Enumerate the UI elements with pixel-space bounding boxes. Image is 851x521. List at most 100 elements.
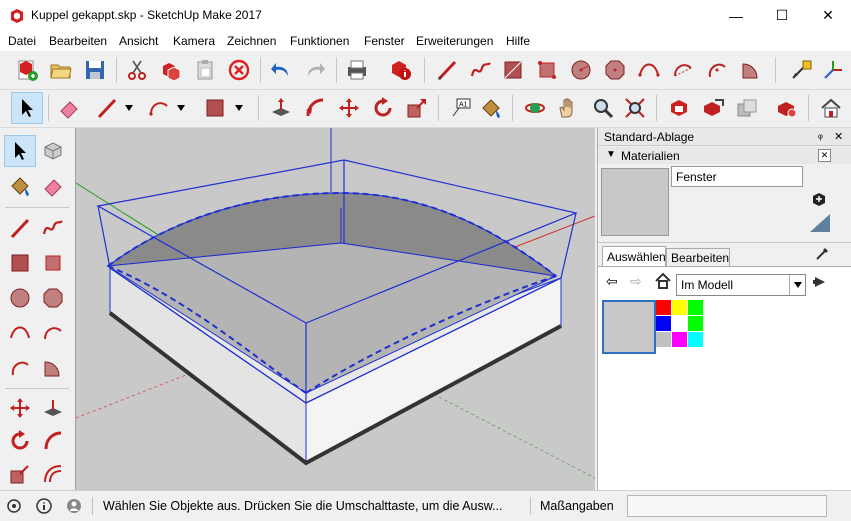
freehand-tool-icon[interactable] bbox=[466, 55, 496, 85]
new-file-icon[interactable] bbox=[12, 55, 42, 85]
maximize-button[interactable]: ☐ bbox=[759, 0, 805, 31]
extension-warehouse-icon[interactable] bbox=[772, 93, 802, 123]
menu-zeichnen[interactable]: Zeichnen bbox=[227, 34, 276, 48]
pie-tool-icon[interactable] bbox=[38, 353, 68, 383]
material-swatch-colors[interactable] bbox=[656, 300, 704, 348]
follow-me-icon[interactable] bbox=[38, 426, 68, 456]
select-tool-icon[interactable] bbox=[4, 135, 36, 167]
geo-location-icon[interactable] bbox=[6, 498, 22, 514]
paste-icon[interactable] bbox=[190, 55, 220, 85]
share-component-icon[interactable] bbox=[732, 93, 762, 123]
polygon-tool-icon[interactable] bbox=[600, 55, 630, 85]
menu-funktionen[interactable]: Funktionen bbox=[290, 34, 349, 48]
push-pull-icon[interactable] bbox=[38, 393, 68, 423]
circle-tool-icon[interactable] bbox=[5, 283, 35, 313]
material-name-field[interactable]: Fenster bbox=[671, 166, 803, 187]
arc-tool-icon[interactable] bbox=[144, 93, 174, 123]
model-info-icon[interactable] bbox=[386, 55, 416, 85]
eraser-tool-icon[interactable] bbox=[54, 93, 84, 123]
rotated-rectangle-icon[interactable] bbox=[38, 248, 68, 278]
select-tool-icon[interactable] bbox=[11, 92, 43, 124]
menu-erweiterungen[interactable]: Erweiterungen bbox=[416, 34, 493, 48]
menu-bearbeiten[interactable]: Bearbeiten bbox=[49, 34, 107, 48]
warehouse-home-icon[interactable] bbox=[816, 93, 846, 123]
delete-icon[interactable] bbox=[224, 55, 254, 85]
eyedropper-icon[interactable] bbox=[814, 244, 832, 262]
line-tool-icon[interactable] bbox=[432, 55, 462, 85]
move-tool-icon[interactable] bbox=[5, 393, 35, 423]
details-arrow-icon[interactable] bbox=[812, 274, 828, 290]
pie-tool-icon[interactable] bbox=[736, 55, 766, 85]
share-model-icon[interactable] bbox=[698, 93, 728, 123]
open-folder-icon[interactable] bbox=[46, 55, 76, 85]
section-close-icon[interactable]: ✕ bbox=[818, 149, 831, 162]
tab-select[interactable]: Auswählen bbox=[602, 246, 666, 267]
rotate-tool-icon[interactable] bbox=[5, 426, 35, 456]
circle-tool-icon[interactable] bbox=[566, 55, 596, 85]
info-icon[interactable] bbox=[36, 498, 52, 514]
axes-tool-icon[interactable] bbox=[818, 55, 848, 85]
paint-bucket-icon[interactable] bbox=[5, 171, 35, 201]
scale-tool-icon[interactable] bbox=[402, 93, 432, 123]
collection-dropdown[interactable]: Im Modell bbox=[676, 274, 806, 296]
menu-kamera[interactable]: Kamera bbox=[173, 34, 215, 48]
scale-tool-icon[interactable] bbox=[5, 459, 35, 489]
redo-icon[interactable] bbox=[300, 55, 330, 85]
chevron-down-icon[interactable] bbox=[124, 93, 134, 123]
pan-hand-icon[interactable] bbox=[552, 93, 582, 123]
undo-icon[interactable] bbox=[266, 55, 296, 85]
three-point-arc-icon[interactable] bbox=[5, 353, 35, 383]
arc-tool-icon[interactable] bbox=[634, 55, 664, 85]
eraser-tool-icon[interactable] bbox=[38, 171, 68, 201]
three-point-arc-icon[interactable] bbox=[702, 55, 732, 85]
menu-datei[interactable]: Datei bbox=[8, 34, 36, 48]
zoom-icon[interactable] bbox=[588, 93, 618, 123]
menu-ansicht[interactable]: Ansicht bbox=[119, 34, 158, 48]
print-icon[interactable] bbox=[342, 55, 372, 85]
minimize-button[interactable]: — bbox=[713, 0, 759, 31]
rectangle-tool-icon[interactable] bbox=[200, 93, 230, 123]
line-tool-icon[interactable] bbox=[5, 213, 35, 243]
rotated-rectangle-icon[interactable] bbox=[532, 55, 562, 85]
menu-fenster[interactable]: Fenster bbox=[364, 34, 405, 48]
create-material-icon[interactable] bbox=[810, 190, 828, 208]
close-button[interactable]: ✕ bbox=[805, 0, 851, 31]
tray-close-icon[interactable]: ✕ bbox=[834, 130, 843, 143]
3d-warehouse-icon[interactable] bbox=[664, 93, 694, 123]
chevron-down-icon[interactable] bbox=[789, 275, 806, 295]
home-icon[interactable] bbox=[654, 272, 672, 290]
save-icon[interactable] bbox=[80, 55, 110, 85]
zoom-extents-icon[interactable] bbox=[620, 93, 650, 123]
paint-bucket-icon[interactable] bbox=[476, 93, 506, 123]
user-account-icon[interactable] bbox=[66, 498, 82, 514]
chevron-down-icon[interactable] bbox=[176, 93, 186, 123]
forward-arrow-icon[interactable]: ⇨ bbox=[630, 273, 646, 289]
tape-measure-icon[interactable] bbox=[786, 55, 816, 85]
rectangle-tool-icon[interactable] bbox=[498, 55, 528, 85]
default-material-icon[interactable] bbox=[810, 214, 830, 232]
materials-section-header[interactable]: ▼ Materialien ✕ bbox=[598, 147, 851, 164]
push-pull-icon[interactable] bbox=[266, 93, 296, 123]
move-tool-icon[interactable] bbox=[334, 93, 364, 123]
make-component-icon[interactable] bbox=[38, 136, 68, 166]
pin-icon[interactable]: ᵩ bbox=[818, 129, 823, 141]
menu-hilfe[interactable]: Hilfe bbox=[506, 34, 530, 48]
material-swatch-fenster[interactable] bbox=[602, 300, 656, 354]
drawing-viewport[interactable] bbox=[75, 128, 596, 490]
orbit-tool-icon[interactable] bbox=[520, 93, 550, 123]
offset-tool-icon[interactable] bbox=[38, 459, 68, 489]
cut-icon[interactable] bbox=[122, 55, 152, 85]
back-arrow-icon[interactable]: ⇦ bbox=[606, 273, 622, 289]
tab-edit[interactable]: Bearbeiten bbox=[666, 248, 730, 268]
polygon-tool-icon[interactable] bbox=[38, 283, 68, 313]
dimension-text-icon[interactable]: A1 bbox=[446, 93, 476, 123]
chevron-down-icon[interactable] bbox=[234, 93, 244, 123]
rotate-tool-icon[interactable] bbox=[368, 93, 398, 123]
line-tool-icon[interactable] bbox=[92, 93, 122, 123]
arc-tool-icon[interactable] bbox=[5, 318, 35, 348]
rectangle-tool-icon[interactable] bbox=[5, 248, 35, 278]
follow-me-icon[interactable] bbox=[300, 93, 330, 123]
copy-icon[interactable] bbox=[156, 55, 186, 85]
freehand-tool-icon[interactable] bbox=[38, 213, 68, 243]
two-point-arc-icon[interactable] bbox=[668, 55, 698, 85]
